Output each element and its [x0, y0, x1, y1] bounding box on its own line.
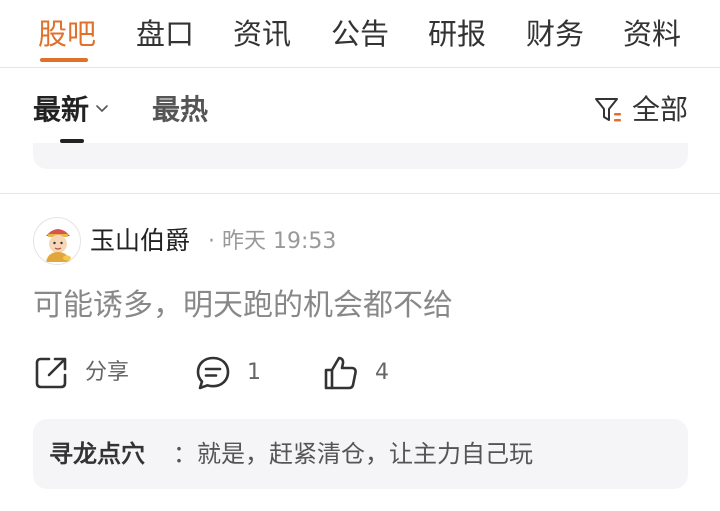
share-label: 分享	[85, 360, 130, 385]
tab-announcements[interactable]: 公告	[331, 14, 389, 54]
avatar-image	[46, 229, 71, 262]
tab-guba[interactable]: 股吧	[38, 14, 96, 54]
post-time: · 昨天 19:53	[208, 227, 336, 257]
post-divider	[0, 193, 720, 194]
thumbs-up-icon	[324, 356, 357, 390]
active-tab-indicator	[40, 58, 88, 62]
filter-label[interactable]: 全部	[632, 91, 688, 129]
comment-button[interactable]: 1	[195, 355, 275, 391]
sort-hot-button[interactable]: 最热	[152, 91, 208, 129]
like-count: 4	[375, 360, 389, 385]
time-separator: ·	[208, 229, 215, 254]
chevron-down-icon[interactable]	[96, 105, 108, 113]
post-content[interactable]: 可能诱多，明天跑的机会都不给	[33, 286, 453, 326]
author-name[interactable]: 玉山伯爵	[90, 223, 190, 259]
filter-icon[interactable]	[593, 95, 623, 125]
tab-news[interactable]: 资讯	[233, 14, 291, 54]
reply-box[interactable]: 寻龙点穴 ：就是，赶紧清仓，让主力自己玩	[33, 419, 688, 489]
sort-bar: 最新 最热 全部	[0, 69, 720, 149]
share-icon	[35, 357, 67, 389]
share-button[interactable]: 分享	[33, 355, 143, 391]
sort-latest-button[interactable]: 最新	[33, 91, 89, 129]
tab-profile[interactable]: 资料	[623, 14, 681, 54]
tab-finance[interactable]: 财务	[526, 14, 584, 54]
previous-reply-box	[33, 143, 688, 169]
tab-pankou[interactable]: 盘口	[136, 14, 194, 54]
top-tab-bar: 股吧 盘口 资讯 公告 研报 财务 资料	[0, 0, 720, 68]
reply-author[interactable]: 寻龙点穴	[49, 436, 145, 472]
like-button[interactable]: 4	[323, 355, 403, 391]
avatar[interactable]	[33, 217, 81, 265]
comment-icon	[196, 356, 230, 390]
comment-count: 1	[247, 360, 261, 385]
tab-research[interactable]: 研报	[428, 14, 486, 54]
post-timestamp: 昨天 19:53	[222, 229, 337, 254]
reply-text: ：就是，赶紧清仓，让主力自己玩	[173, 440, 533, 468]
